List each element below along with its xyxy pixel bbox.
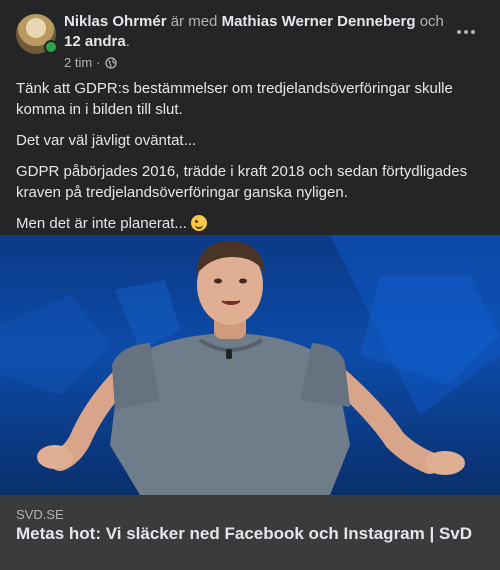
author-name[interactable]: Niklas Ohrmér	[64, 13, 167, 30]
globe-icon[interactable]	[104, 56, 117, 69]
smirk-emoji-icon	[191, 215, 208, 231]
meta-separator: ·	[96, 55, 101, 70]
post-paragraph: GDPR påbörjades 2016, trädde i kraft 201…	[16, 163, 468, 201]
online-status-indicator	[44, 40, 58, 54]
tagged-person[interactable]: Mathias Werner Denneberg	[222, 13, 416, 30]
link-preview-footer[interactable]: SVD.SE Metas hot: Vi släcker ned Faceboo…	[0, 495, 500, 570]
speaker-photo	[0, 235, 500, 495]
post-meta: 2 tim ·	[64, 55, 117, 70]
author-line: Niklas Ohrmér är med Mathias Werner Denn…	[64, 13, 444, 50]
post-header: Niklas Ohrmér är med Mathias Werner Denn…	[0, 0, 500, 76]
with-text: är med	[170, 13, 218, 30]
post-paragraph: Tänk att GDPR:s bestämmelser om tredjela…	[16, 80, 453, 118]
and-text: och	[419, 13, 444, 30]
others-link[interactable]: 12 andra	[64, 33, 126, 50]
more-dot-icon	[464, 30, 468, 34]
post-text: Tänk att GDPR:s bestämmelser om tredjela…	[16, 78, 480, 244]
more-dot-icon	[457, 30, 461, 34]
link-title[interactable]: Metas hot: Vi släcker ned Facebook och I…	[16, 523, 476, 544]
more-options-button[interactable]	[452, 20, 480, 44]
link-preview-image[interactable]	[0, 235, 500, 495]
post-paragraph: Men det är inte planerat...	[16, 215, 187, 232]
post-paragraph: Det var väl jävligt oväntat...	[16, 132, 197, 149]
more-dot-icon	[471, 30, 475, 34]
post-timestamp[interactable]: 2 tim	[64, 55, 92, 70]
facebook-post: Niklas Ohrmér är med Mathias Werner Denn…	[0, 0, 500, 570]
link-domain: SVD.SE	[16, 507, 64, 522]
post-paragraph-last: Men det är inte planerat...	[16, 213, 480, 234]
author-avatar[interactable]	[16, 14, 58, 54]
